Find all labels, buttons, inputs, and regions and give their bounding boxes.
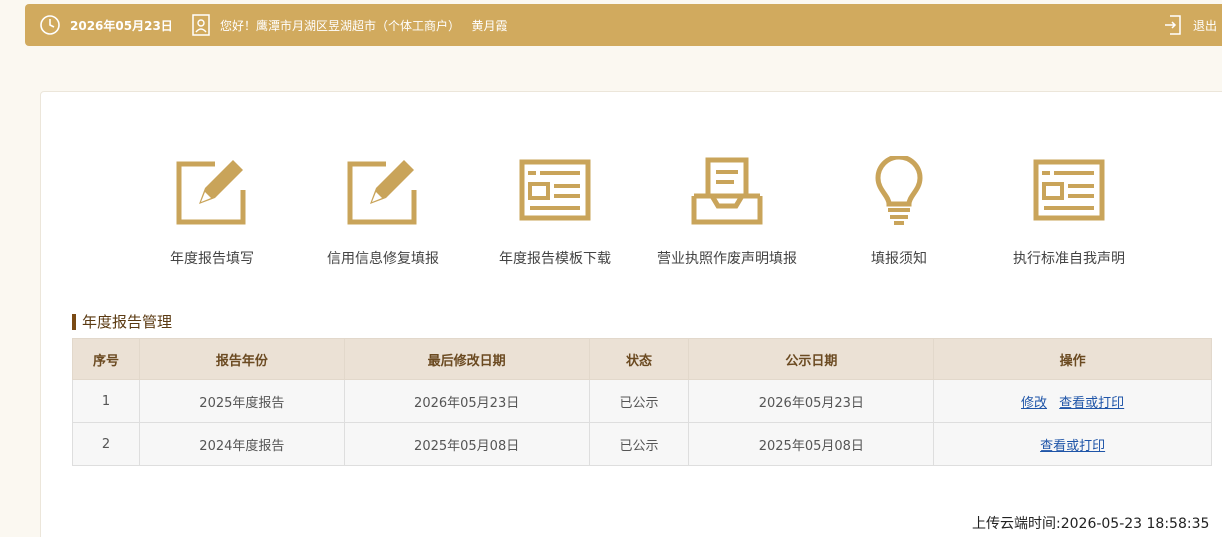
template-icon bbox=[475, 156, 635, 226]
inbox-document-icon bbox=[647, 156, 807, 226]
tile-standard-self-declaration[interactable]: 执行标准自我声明 bbox=[989, 156, 1149, 268]
col-header-year: 报告年份 bbox=[138, 338, 345, 380]
cell-year: 2025年度报告 bbox=[138, 379, 345, 423]
greeting-text: 您好！鹰潭市月湖区昱湖超市（个体工商户） 黄月霞 bbox=[220, 17, 507, 34]
tile-filling-notice[interactable]: 填报须知 bbox=[819, 156, 979, 268]
col-header-published: 公示日期 bbox=[688, 338, 935, 380]
edit-link[interactable]: 修改 bbox=[1021, 396, 1047, 411]
top-bar: 2026年05月23日 您好！鹰潭市月湖区昱湖超市（个体工商户） 黄月霞 退出 bbox=[25, 4, 1222, 46]
current-date: 2026年05月23日 bbox=[70, 19, 173, 33]
annual-report-table: 序号 报告年份 最后修改日期 状态 公示日期 操作 1 2025年度报告 202… bbox=[72, 338, 1212, 466]
cell-published: 2026年05月23日 bbox=[688, 379, 935, 423]
view-print-link[interactable]: 查看或打印 bbox=[1059, 396, 1124, 411]
cell-published: 2025年05月08日 bbox=[688, 422, 935, 466]
tile-annual-report-fill[interactable]: 年度报告填写 bbox=[132, 156, 292, 268]
user-badge-icon bbox=[191, 13, 211, 37]
user-name: 黄月霞 bbox=[471, 19, 508, 33]
table-row: 2 2024年度报告 2025年05月08日 已公示 2025年05月08日 查… bbox=[72, 422, 1212, 466]
cell-modified: 2025年05月08日 bbox=[343, 422, 590, 466]
cell-status: 已公示 bbox=[588, 379, 690, 423]
tile-label: 营业执照作废声明填报 bbox=[657, 251, 797, 267]
template-icon bbox=[989, 156, 1149, 226]
cell-no: 1 bbox=[72, 379, 140, 423]
tile-label: 填报须知 bbox=[871, 251, 927, 267]
cell-actions: 修改 查看或打印 bbox=[933, 379, 1212, 423]
tile-label: 执行标准自我声明 bbox=[1013, 251, 1125, 267]
col-header-no: 序号 bbox=[72, 338, 140, 380]
logout-icon[interactable] bbox=[1163, 14, 1183, 36]
logout-button[interactable]: 退出 bbox=[1193, 17, 1217, 34]
cell-modified: 2026年05月23日 bbox=[343, 379, 590, 423]
section-title-text: 年度报告管理 bbox=[82, 313, 173, 331]
edit-form-icon bbox=[303, 156, 463, 226]
upload-time: 上传云端时间:2026-05-23 18:58:35 bbox=[972, 516, 1210, 532]
cell-actions: 查看或打印 bbox=[933, 422, 1212, 466]
table-row: 1 2025年度报告 2026年05月23日 已公示 2026年05月23日 修… bbox=[72, 379, 1212, 423]
col-header-actions: 操作 bbox=[933, 338, 1212, 380]
greeting-company: 您好！鹰潭市月湖区昱湖超市（个体工商户） bbox=[220, 19, 461, 33]
cell-year: 2024年度报告 bbox=[138, 422, 345, 466]
clock-icon bbox=[39, 14, 61, 36]
section-title: 年度报告管理 bbox=[72, 311, 172, 332]
section-marker bbox=[72, 313, 76, 330]
lightbulb-icon bbox=[819, 156, 979, 226]
main-panel: 年度报告填写 信用信息修复填报 年度报告模板下载 营业执照作废声明填报 填报须知… bbox=[40, 91, 1222, 537]
tile-label: 年度报告填写 bbox=[170, 251, 254, 267]
tile-license-void-statement[interactable]: 营业执照作废声明填报 bbox=[647, 156, 807, 268]
cell-no: 2 bbox=[72, 422, 140, 466]
tile-label: 信用信息修复填报 bbox=[327, 251, 439, 267]
tile-credit-repair[interactable]: 信用信息修复填报 bbox=[303, 156, 463, 268]
col-header-status: 状态 bbox=[588, 338, 690, 380]
col-header-modified: 最后修改日期 bbox=[343, 338, 590, 380]
edit-form-icon bbox=[132, 156, 292, 226]
table-header-row: 序号 报告年份 最后修改日期 状态 公示日期 操作 bbox=[72, 338, 1212, 380]
cell-status: 已公示 bbox=[588, 422, 690, 466]
tile-template-download[interactable]: 年度报告模板下载 bbox=[475, 156, 635, 268]
view-print-link[interactable]: 查看或打印 bbox=[1040, 439, 1105, 454]
tile-label: 年度报告模板下载 bbox=[499, 251, 611, 267]
